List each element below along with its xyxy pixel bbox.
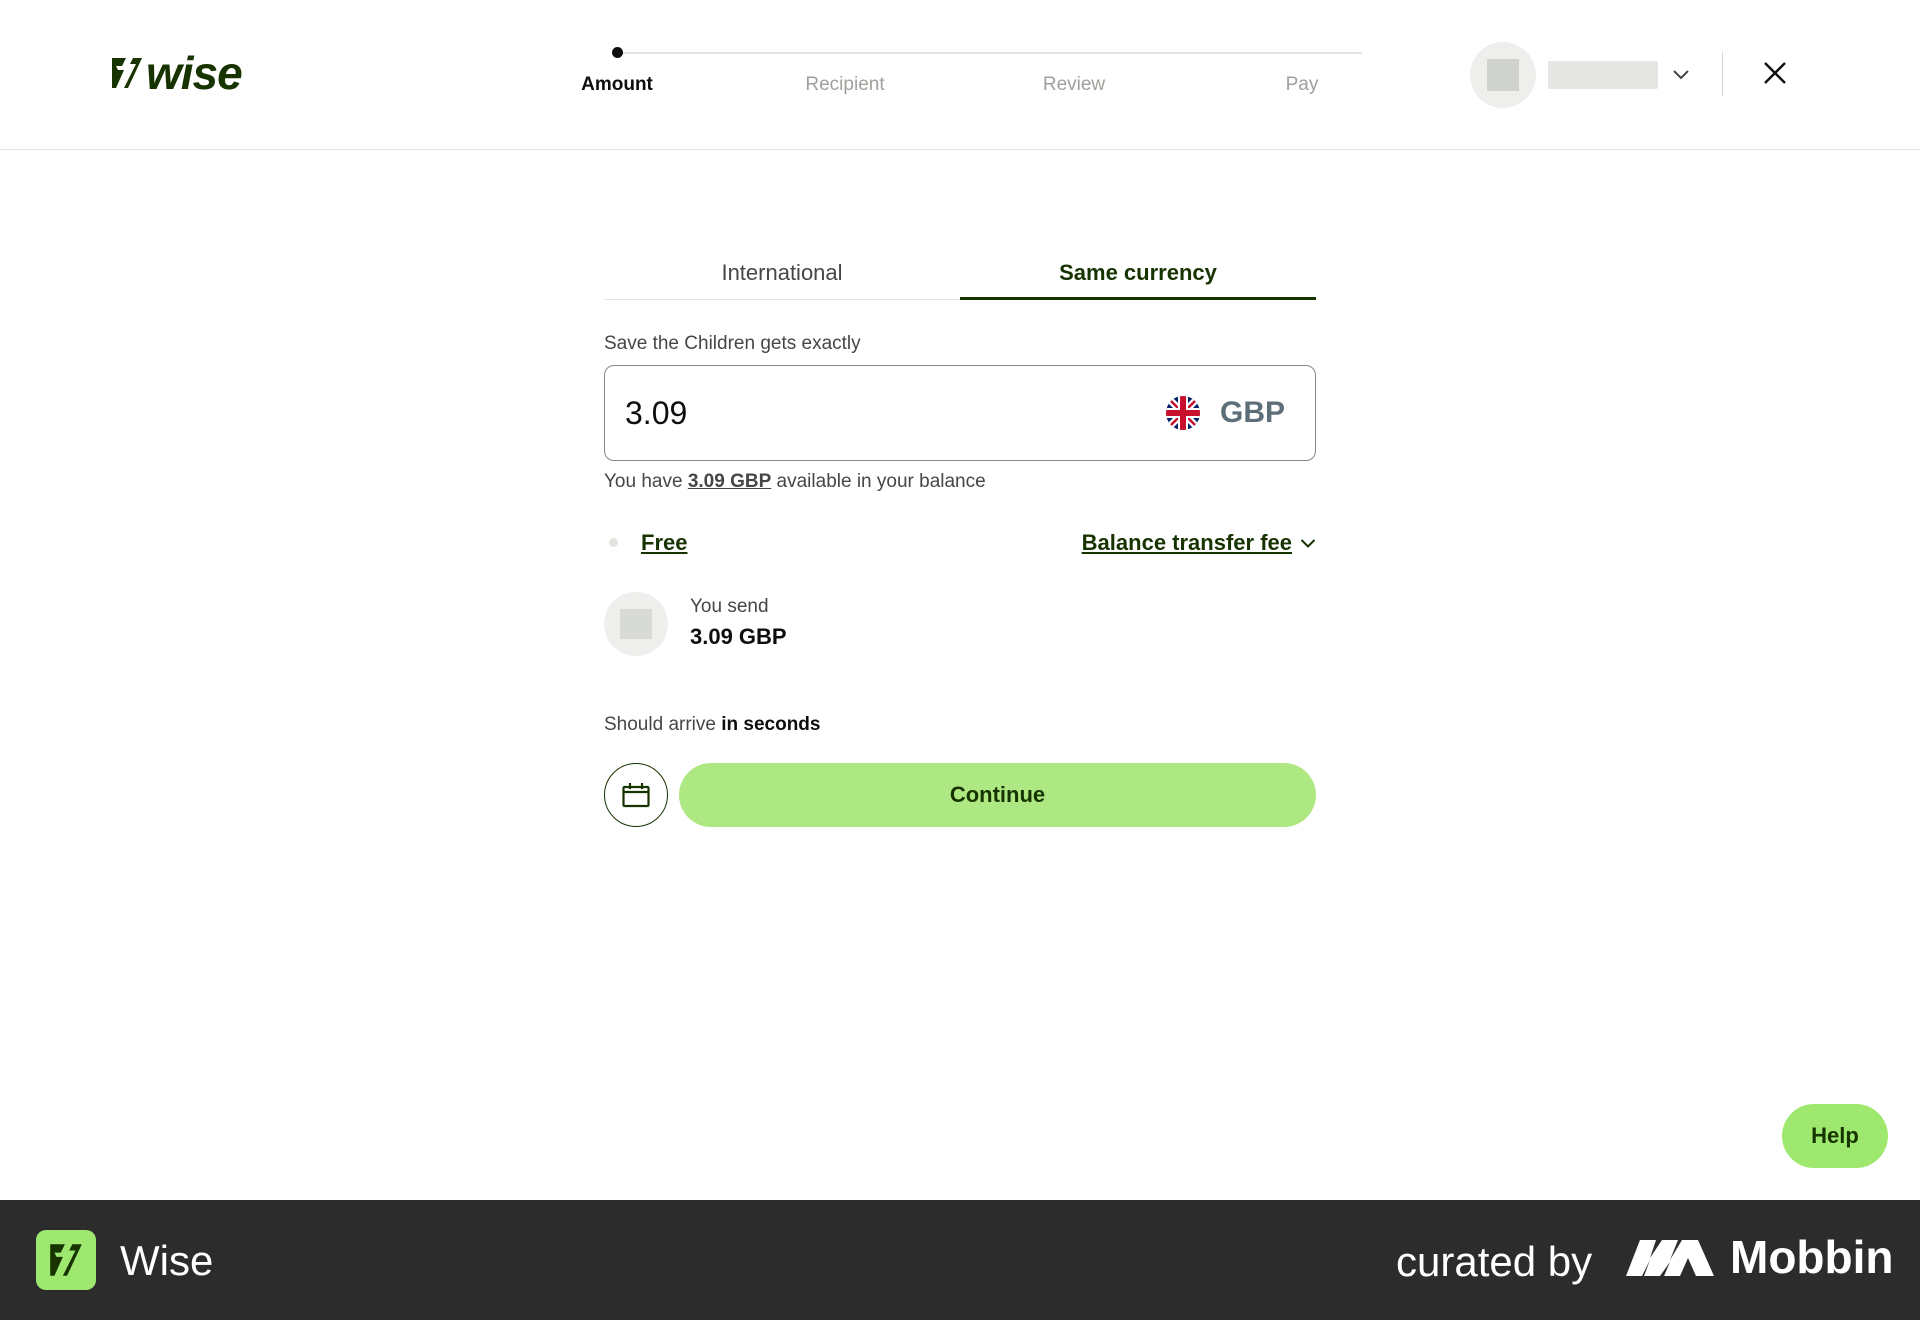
wise-flag-icon bbox=[112, 58, 142, 88]
step-review[interactable]: Review bbox=[1043, 74, 1105, 96]
progress-stepper: Amount Recipient Review Pay bbox=[560, 44, 1362, 104]
fee-type-label: Balance transfer fee bbox=[1081, 530, 1292, 555]
chevron-down-icon[interactable] bbox=[1672, 69, 1690, 81]
tab-international[interactable]: International bbox=[604, 255, 960, 300]
currency-code: GBP bbox=[1219, 396, 1285, 429]
schedule-button[interactable] bbox=[604, 763, 668, 827]
calendar-icon bbox=[622, 783, 650, 808]
footer-brand-name: Mobbin bbox=[1730, 1231, 1894, 1283]
arrival-time: in seconds bbox=[721, 714, 821, 735]
currency-selector[interactable]: GBP bbox=[1165, 390, 1285, 436]
balance-prefix: You have bbox=[604, 471, 683, 492]
top-header: wise Amount Recipient Review Pay bbox=[0, 0, 1920, 150]
chevron-down-icon bbox=[1300, 538, 1316, 548]
step-amount[interactable]: Amount bbox=[581, 74, 653, 96]
account-name-redacted bbox=[1548, 61, 1658, 89]
fee-value[interactable]: Free bbox=[641, 530, 687, 556]
arrival-estimate: Should arrive in seconds bbox=[604, 714, 820, 736]
avatar[interactable] bbox=[1470, 42, 1536, 108]
avatar-placeholder bbox=[1487, 59, 1519, 91]
arrival-prefix: Should arrive bbox=[604, 714, 716, 735]
wise-logo-text: wise bbox=[146, 47, 243, 99]
stepper-track bbox=[617, 52, 1362, 54]
wise-flag-icon bbox=[50, 1244, 82, 1276]
close-icon[interactable] bbox=[1762, 60, 1788, 86]
mobbin-logo: Mobbin bbox=[1626, 1230, 1894, 1284]
fee-type-dropdown[interactable]: Balance transfer fee bbox=[1082, 530, 1316, 556]
mobbin-mark-icon bbox=[1626, 1240, 1714, 1276]
step-pay[interactable]: Pay bbox=[1286, 74, 1319, 96]
transfer-type-tabs: International Same currency bbox=[604, 255, 1316, 300]
uk-flag-icon bbox=[1165, 396, 1200, 430]
wise-logo[interactable]: wise bbox=[110, 46, 243, 100]
help-button[interactable]: Help bbox=[1782, 1104, 1888, 1168]
tab-same-currency[interactable]: Same currency bbox=[960, 255, 1316, 300]
amount-field: GBP bbox=[604, 365, 1316, 461]
account-menu[interactable] bbox=[1470, 42, 1690, 108]
you-send-label: You send bbox=[690, 596, 769, 617]
footer-banner: Wise curated by Mobbin bbox=[0, 1200, 1920, 1320]
balance-note: You have 3.09 GBP available in your bala… bbox=[604, 471, 986, 493]
wise-app-icon bbox=[36, 1230, 96, 1290]
send-source-placeholder bbox=[620, 609, 652, 639]
fee-bullet bbox=[609, 538, 618, 547]
amount-input[interactable] bbox=[625, 384, 1125, 442]
balance-amount-link[interactable]: 3.09 GBP bbox=[688, 471, 771, 492]
you-send-value: 3.09 GBP bbox=[690, 624, 787, 649]
amount-field-label: Save the Children gets exactly bbox=[604, 333, 861, 354]
footer-curated-by: curated by bbox=[1396, 1238, 1593, 1285]
balance-suffix: available in your balance bbox=[776, 471, 986, 492]
stepper-current-dot bbox=[612, 47, 623, 58]
header-divider bbox=[1722, 52, 1723, 96]
continue-button[interactable]: Continue bbox=[679, 763, 1316, 827]
footer-app-name: Wise bbox=[120, 1237, 214, 1284]
step-recipient[interactable]: Recipient bbox=[805, 74, 884, 96]
send-source-avatar bbox=[604, 592, 668, 656]
